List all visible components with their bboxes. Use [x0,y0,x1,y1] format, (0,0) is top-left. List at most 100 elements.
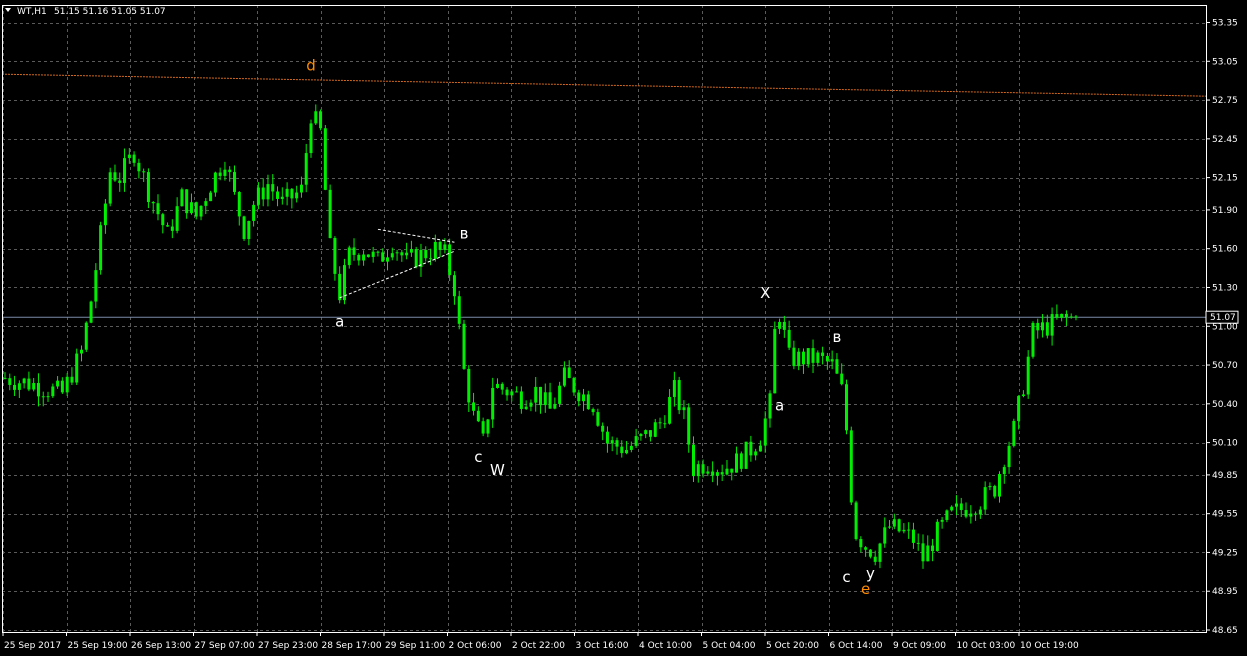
candle-body [739,453,743,469]
candle-body [883,527,887,544]
candle-body [151,202,155,204]
candle-body [1021,394,1025,397]
candle-body [41,396,45,398]
candle-body [601,425,605,432]
candle-body [648,430,652,437]
candle-body [386,257,389,262]
candle-body [969,513,973,517]
candle-body [500,383,504,390]
candle-body [524,406,528,409]
candle-body [529,402,533,407]
candle-body [749,441,753,456]
x-tick-label: 25 Sep 19:00 [68,641,128,651]
candle-body [825,355,829,362]
candle-body [1074,316,1078,318]
candle-body [371,251,375,257]
candle-body [811,348,815,363]
candle-body [457,296,461,324]
wave-label: d [306,56,316,74]
candle-body [1031,322,1035,357]
candle-body [333,238,337,274]
candle-body [84,322,88,350]
candle-body [1012,420,1016,446]
candle-body [166,225,170,227]
candle-body [390,253,394,258]
candle-body [99,225,103,271]
candle-body [323,128,327,190]
candle-body [1045,322,1049,336]
candle-body [720,472,724,475]
x-tick-label: 26 Sep 13:00 [131,641,191,651]
candle-body [787,329,791,348]
candle-body [357,254,361,261]
candle-body [352,247,356,255]
candle-body [1050,314,1054,336]
candle-body [701,464,705,474]
candle-body [429,258,433,260]
candle-body [907,529,911,531]
y-tick-label: 52.75 [1212,96,1238,106]
candle-body [715,472,719,476]
x-tick-label: 6 Oct 14:00 [830,641,883,651]
candle-body [342,265,346,301]
candle-body [931,545,935,552]
candle-body [414,249,418,267]
candle-body [175,206,179,231]
candle-body [65,376,69,393]
candle-body [180,189,184,207]
candle-body [940,519,944,522]
candle-body [1055,314,1059,318]
y-tick-label: 48.65 [1212,626,1238,636]
candle-body [405,252,409,256]
candle-body [758,445,762,452]
candle-body [156,203,160,215]
candle-body [194,202,198,217]
candle-body [319,111,323,129]
candle-body [252,204,256,221]
candle-body [213,172,217,193]
candle-body [51,386,55,397]
candle-body [218,172,222,176]
candle-body [204,201,208,206]
candle-body [553,403,557,409]
candle-body [299,184,303,193]
candle-body [132,154,136,163]
candle-body [935,521,939,552]
candle-body [118,180,122,183]
y-tick-label: 49.85 [1212,471,1238,481]
wave-label: W [490,461,505,479]
chart-title[interactable]: WT,H1 51.15 51.16 51.05 51.07 [5,7,166,17]
candle-body [711,471,715,476]
candle-body [495,383,499,388]
candle-body [233,172,236,192]
candle-body [591,409,595,413]
candle-body [964,510,968,517]
candle-body [438,241,442,250]
candle-body [1064,313,1068,318]
x-tick-label: 27 Sep 07:00 [195,641,255,651]
candle-body [381,252,385,262]
candle-body [276,191,280,199]
y-tick-label: 50.10 [1212,439,1238,449]
x-tick-label: 4 Oct 10:00 [639,641,692,651]
y-tick-label: 52.15 [1212,174,1238,184]
candle-body [988,485,992,488]
candle-body [897,519,901,532]
price-chart[interactable]: daвcWXaвc ye 53.3553.0552.7552.4552.1551.… [0,0,1247,656]
x-tick-label: 10 Oct 19:00 [1020,641,1079,651]
candle-body [36,383,40,397]
wave-label: a [775,396,784,414]
candle-body [596,412,600,426]
wave-label: e [861,580,870,598]
candle-body [80,349,83,354]
wave-label: c [842,568,850,586]
symbol-label: WT,H1 [17,7,47,17]
candle-body [639,434,643,437]
y-tick-label: 51.30 [1212,283,1238,293]
wave-label: в [460,224,469,242]
candle-body [926,545,930,562]
candle-body [452,275,456,297]
candle-body [806,348,810,365]
candle-body [954,503,958,507]
x-tick-label: 2 Oct 22:00 [512,641,565,651]
